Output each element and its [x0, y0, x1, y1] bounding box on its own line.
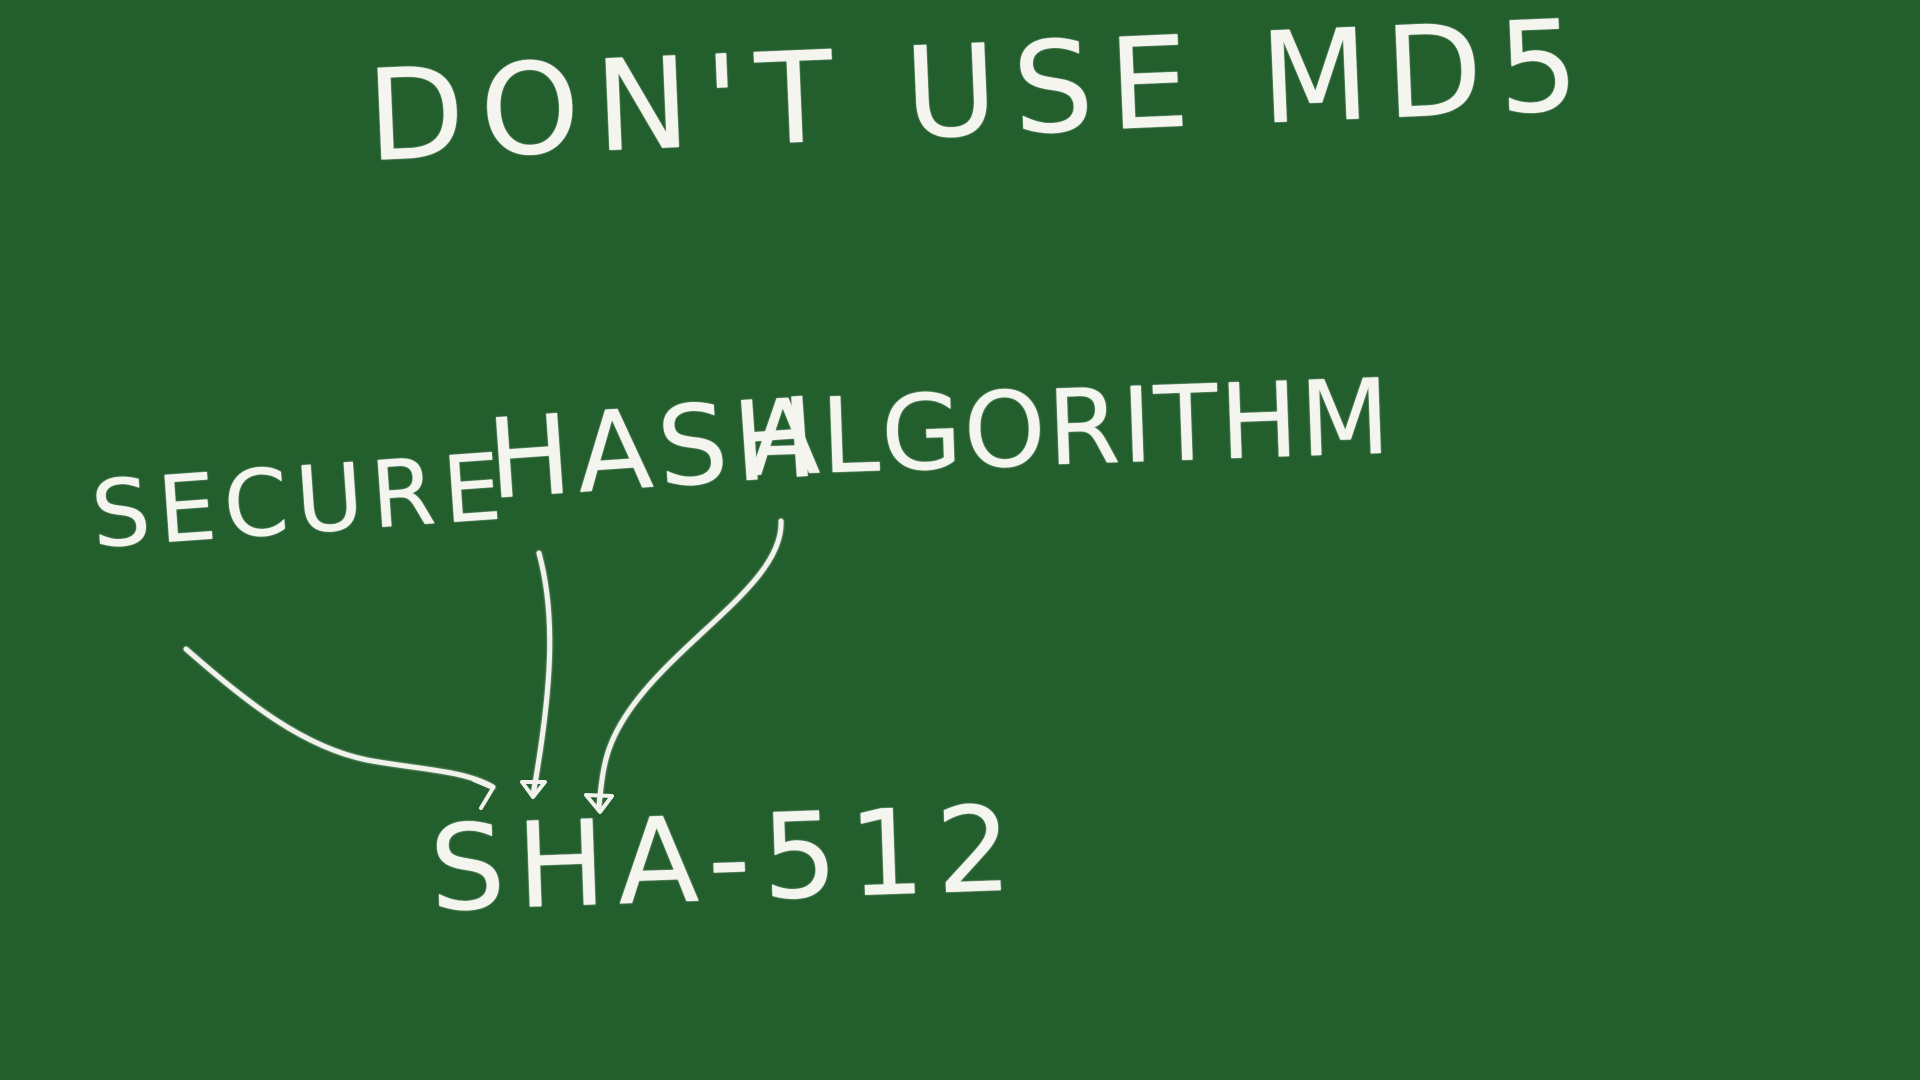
sha-512-text: SHA-512 [427, 779, 1026, 938]
hash-arrow-icon [520, 550, 553, 799]
chalkboard: DON'T USE MD5 SECURE HASH ALGORITHM SHA-… [0, 0, 1920, 1080]
algorithm-arrow-icon [584, 518, 784, 814]
secure-arrow-icon [183, 646, 496, 810]
